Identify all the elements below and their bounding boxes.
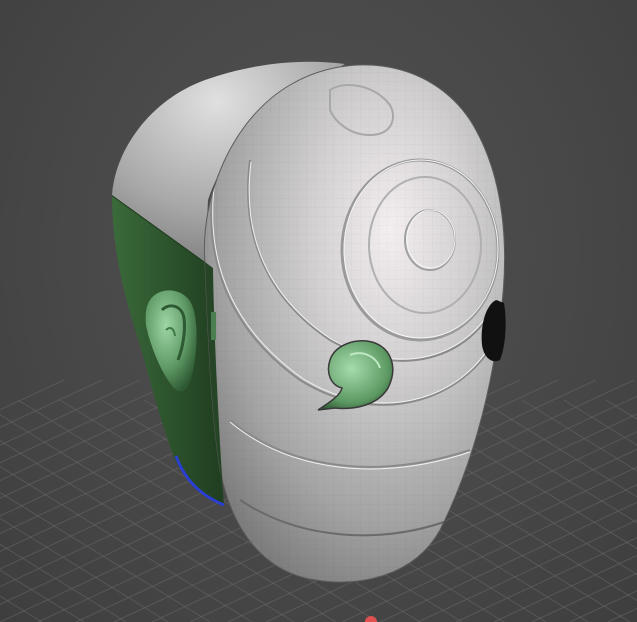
grid-line [569,590,637,622]
origin-marker [365,616,377,622]
grid-line [563,399,637,446]
grid-line [0,595,43,622]
3d-viewport[interactable] [0,0,637,622]
viewport-scene[interactable] [0,0,637,622]
grid-line [493,554,637,622]
